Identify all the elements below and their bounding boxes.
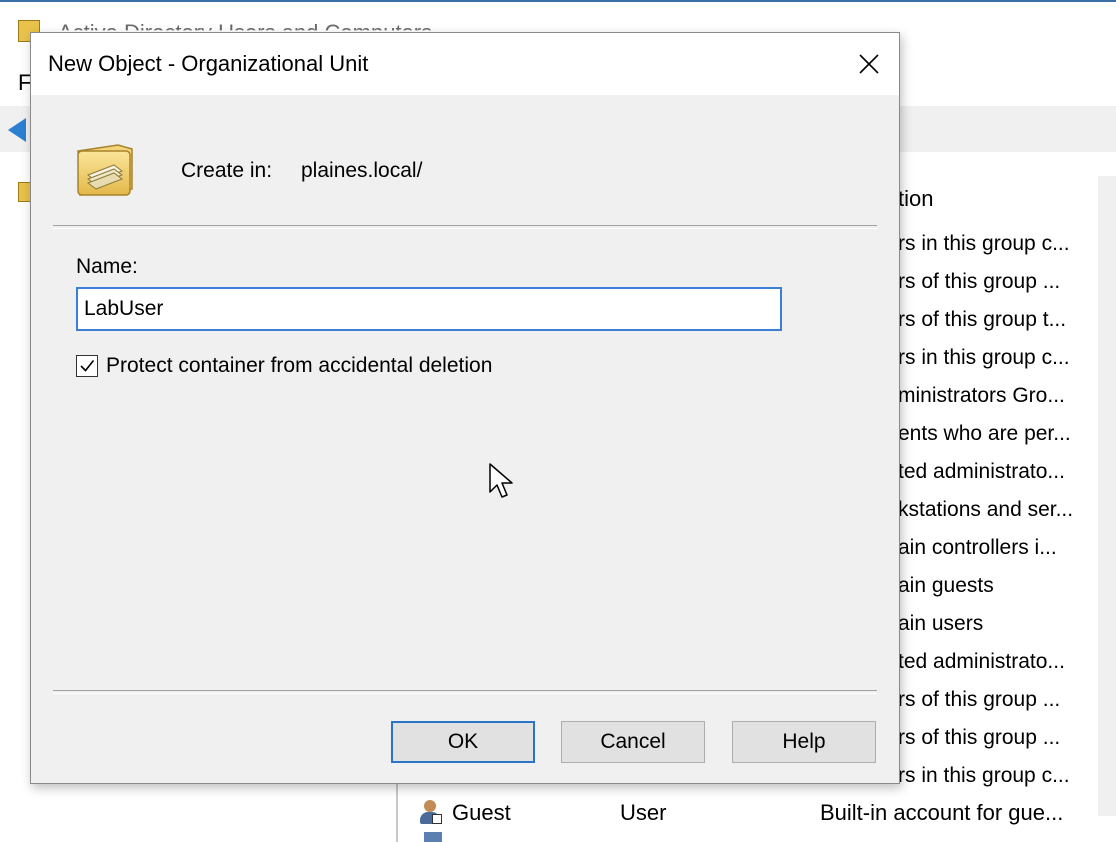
- list-item-description[interactable]: ted administrato...: [898, 460, 1098, 484]
- list-item-guest[interactable]: Guest User Built-in account for gue...: [418, 798, 1108, 830]
- guest-name: Guest: [452, 800, 511, 825]
- close-button[interactable]: [841, 43, 897, 85]
- list-item-description[interactable]: rs in this group c...: [898, 232, 1098, 256]
- list-item-description[interactable]: ain guests: [898, 574, 1098, 598]
- list-item-description[interactable]: kstations and ser...: [898, 498, 1098, 522]
- separator-top: [53, 225, 877, 229]
- organizational-unit-icon: [77, 144, 133, 196]
- list-item-description[interactable]: rs in this group c...: [898, 346, 1098, 370]
- protect-deletion-label: Protect container from accidental deleti…: [106, 354, 493, 377]
- user-icon: [418, 800, 442, 826]
- new-ou-dialog: New Object - Organizational Unit Create …: [30, 32, 900, 784]
- create-in-path: plaines.local/: [301, 159, 423, 182]
- column-header-description[interactable]: tion: [898, 186, 933, 212]
- guest-description: Built-in account for gue...: [820, 800, 1064, 825]
- list-item-description[interactable]: ted administrato...: [898, 650, 1098, 674]
- list-item-description[interactable]: ain users: [898, 612, 1098, 636]
- group-icon: [424, 832, 442, 842]
- create-in-label: Create in:: [181, 159, 273, 182]
- guest-type: User: [620, 800, 667, 825]
- mouse-pointer-icon: [489, 463, 513, 498]
- checkbox-box[interactable]: [76, 355, 98, 377]
- list-item-description[interactable]: ministrators Gro...: [898, 384, 1098, 408]
- list-scrollbar[interactable]: [1098, 176, 1116, 816]
- list-item-description[interactable]: ain controllers i...: [898, 536, 1098, 560]
- back-arrow-icon[interactable]: [8, 118, 26, 142]
- dialog-title: New Object - Organizational Unit: [48, 51, 369, 76]
- list-item-description[interactable]: rs of this group ...: [898, 688, 1098, 712]
- list-item-description[interactable]: rs of this group t...: [898, 308, 1098, 332]
- list-item-description[interactable]: rs of this group ...: [898, 726, 1098, 750]
- list-item-description[interactable]: ents who are per...: [898, 422, 1098, 446]
- close-icon: [859, 54, 879, 74]
- name-label: Name:: [76, 255, 138, 278]
- checkmark-icon: [80, 360, 95, 372]
- dialog-titlebar: New Object - Organizational Unit: [31, 33, 899, 95]
- name-input[interactable]: [76, 287, 782, 331]
- protect-deletion-checkbox[interactable]: Protect container from accidental deleti…: [76, 353, 492, 379]
- list-item-description[interactable]: rs of this group ...: [898, 270, 1098, 294]
- cancel-button[interactable]: Cancel: [561, 721, 705, 763]
- list-item-description[interactable]: rs in this group c...: [898, 764, 1098, 788]
- separator-bottom: [53, 690, 877, 694]
- ok-button[interactable]: OK: [391, 721, 535, 763]
- help-button[interactable]: Help: [732, 721, 876, 763]
